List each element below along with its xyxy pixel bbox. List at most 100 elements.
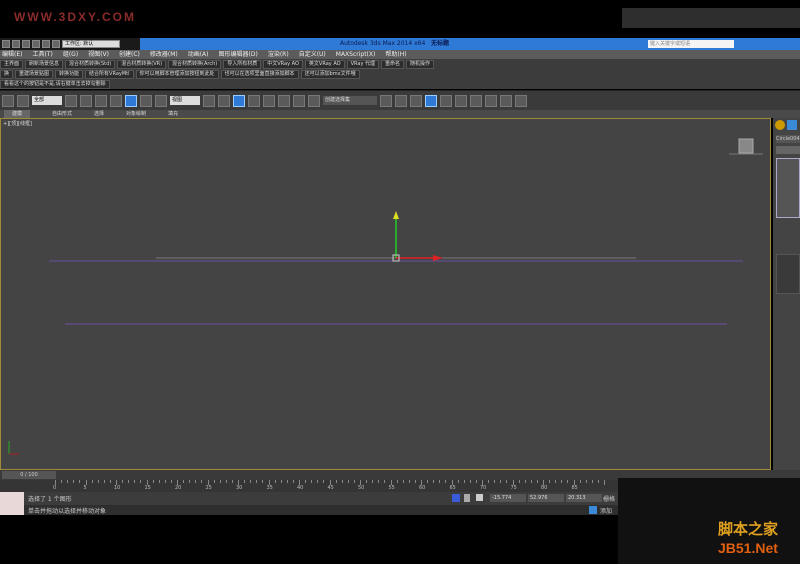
custom-script-button[interactable]: 也可以在选项里面直接添加脚本 bbox=[220, 70, 299, 79]
mirror-icon[interactable] bbox=[380, 94, 392, 107]
tick-mark bbox=[353, 480, 355, 483]
manipulate-icon[interactable] bbox=[218, 94, 230, 107]
selection-filter-dropdown[interactable]: 全部 bbox=[32, 96, 62, 105]
menu-item[interactable]: 动画(A) bbox=[188, 50, 209, 59]
curve-editor-icon[interactable] bbox=[440, 94, 452, 107]
custom-script-button[interactable]: 转换功能 bbox=[55, 70, 84, 79]
menu-item[interactable]: 编辑(E) bbox=[2, 50, 22, 59]
custom-script-button[interactable]: 混合材质转换(Arch) bbox=[168, 60, 222, 69]
rotate-icon[interactable] bbox=[140, 94, 152, 107]
y-coordinate-field[interactable]: 52.976 bbox=[528, 494, 564, 502]
modifier-list-dropdown[interactable] bbox=[776, 146, 800, 154]
render-frame-icon[interactable] bbox=[500, 94, 512, 107]
custom-script-button[interactable]: 混合材质转换(Std) bbox=[65, 60, 116, 69]
menu-item[interactable]: 创建(C) bbox=[119, 50, 140, 59]
custom-script-button[interactable]: 主界面 bbox=[0, 60, 24, 69]
custom-script-button[interactable]: 结合所有VRayMtl bbox=[85, 70, 134, 79]
viewport-top[interactable]: +][顶][线框] bbox=[0, 118, 771, 470]
custom-script-button[interactable]: 重命名 bbox=[381, 60, 405, 69]
save-icon[interactable] bbox=[32, 40, 40, 48]
layer-icon[interactable] bbox=[410, 94, 422, 107]
custom-script-button[interactable]: 中文VRay AO bbox=[263, 60, 303, 69]
menu-item[interactable]: 自定义(U) bbox=[299, 50, 326, 59]
custom-script-button[interactable]: 重建场景贴图 bbox=[15, 70, 54, 79]
object-name-field[interactable]: Circle004 bbox=[776, 135, 800, 143]
schematic-icon[interactable] bbox=[455, 94, 467, 107]
menu-item[interactable]: 组(G) bbox=[63, 50, 78, 59]
workspace-dropdown[interactable]: 工作区: 默认 bbox=[62, 40, 120, 48]
snap-icon[interactable] bbox=[248, 94, 260, 107]
custom-script-button[interactable]: 英文VRay AO bbox=[304, 60, 345, 69]
new-icon[interactable] bbox=[12, 40, 20, 48]
maxscript-listener[interactable] bbox=[0, 492, 24, 515]
named-selection-dropdown[interactable]: 创建选择集 bbox=[323, 96, 377, 105]
prompt-text: 单击并拖动以选择并移动对象 bbox=[28, 508, 107, 515]
x-coordinate-field[interactable]: -15.774 bbox=[490, 494, 526, 502]
menu-item[interactable]: 工具(T) bbox=[32, 50, 52, 59]
menu-item[interactable]: 视图(V) bbox=[88, 50, 109, 59]
scale-icon[interactable] bbox=[155, 94, 167, 107]
undo-icon[interactable] bbox=[42, 40, 50, 48]
keyboard-shortcut-icon[interactable] bbox=[233, 94, 245, 107]
tick-mark bbox=[195, 480, 197, 483]
coord-system-dropdown[interactable]: 视图 bbox=[170, 96, 200, 105]
redo-icon[interactable] bbox=[52, 40, 60, 48]
tick-mark bbox=[579, 480, 581, 483]
link-icon[interactable] bbox=[17, 94, 29, 107]
custom-script-button[interactable]: 混合材质转换(VR) bbox=[117, 60, 167, 69]
ribbon-tab[interactable]: 对象绘制 bbox=[126, 110, 146, 118]
angle-snap-icon[interactable] bbox=[263, 94, 275, 107]
rect-selection-icon[interactable] bbox=[95, 94, 107, 107]
modify-tab-icon[interactable] bbox=[787, 120, 797, 130]
selection-lock-icon[interactable] bbox=[452, 494, 460, 502]
material-editor-icon[interactable] bbox=[470, 94, 482, 107]
custom-script-button[interactable]: 你可以用脚本管理添加按钮到此处 bbox=[135, 70, 219, 79]
menu-item[interactable]: MAXScript(X) bbox=[336, 50, 376, 59]
selection-status: 选择了 1 个图形 bbox=[28, 496, 72, 503]
tick-mark bbox=[225, 480, 227, 483]
graphite-icon[interactable] bbox=[425, 94, 437, 107]
app-menu-icon[interactable] bbox=[2, 40, 10, 48]
time-slider[interactable]: 0 / 100 bbox=[2, 471, 56, 479]
app-title: Autodesk 3ds Max 2014 x64 bbox=[340, 40, 426, 47]
absolute-mode-icon[interactable] bbox=[476, 494, 483, 501]
z-coordinate-field[interactable]: 20.313 bbox=[566, 494, 602, 502]
lock-icon[interactable] bbox=[464, 494, 470, 502]
ribbon-tab[interactable]: 建模 bbox=[4, 110, 31, 118]
menu-item[interactable]: 图形编辑器(D) bbox=[219, 50, 258, 59]
custom-script-button[interactable]: 导入所有材质 bbox=[223, 60, 262, 69]
ribbon-tab[interactable]: 自由形式 bbox=[52, 110, 72, 118]
add-time-tag[interactable]: 添加 bbox=[600, 506, 612, 515]
align-icon[interactable] bbox=[395, 94, 407, 107]
open-icon[interactable] bbox=[22, 40, 30, 48]
custom-script-button[interactable]: 看看这个的按钮是不是,请右键单击去掉勾删除 bbox=[0, 80, 110, 89]
modifier-stack[interactable] bbox=[776, 158, 800, 218]
custom-script-button[interactable]: 随机操作 bbox=[406, 60, 435, 69]
undo-icon[interactable] bbox=[2, 94, 14, 107]
tick-mark bbox=[73, 480, 75, 483]
render-icon[interactable] bbox=[515, 94, 527, 107]
window-crossing-icon[interactable] bbox=[110, 94, 122, 107]
ribbon-tab[interactable]: 选择 bbox=[94, 110, 104, 118]
spinner-snap-icon[interactable] bbox=[293, 94, 305, 107]
custom-script-button[interactable]: 换 bbox=[0, 70, 14, 79]
custom-script-button[interactable]: 刷新场景信息 bbox=[25, 60, 64, 69]
search-input[interactable]: 键入关键字或短语 bbox=[648, 40, 734, 48]
move-icon[interactable] bbox=[125, 94, 137, 107]
menu-item[interactable]: 修改器(M) bbox=[150, 50, 178, 59]
menu-item[interactable]: 帮助(H) bbox=[385, 50, 406, 59]
ribbon-tab[interactable]: 填充 bbox=[168, 110, 178, 118]
select-by-name-icon[interactable] bbox=[80, 94, 92, 107]
time-tag-icon[interactable] bbox=[589, 506, 597, 514]
edit-named-sets-icon[interactable] bbox=[308, 94, 320, 107]
track-bar[interactable]: 0 5 10 15 20 25 30 35 40 45 50 55 60 65 70 75 80 85 bbox=[0, 480, 618, 492]
pivot-icon[interactable] bbox=[203, 94, 215, 107]
create-tab-icon[interactable] bbox=[775, 120, 785, 130]
custom-script-button[interactable]: VRay 代理 bbox=[346, 60, 379, 69]
custom-script-button[interactable]: 还可以添加bmx文件哦 bbox=[300, 70, 360, 79]
percent-snap-icon[interactable] bbox=[278, 94, 290, 107]
select-object-icon[interactable] bbox=[65, 94, 77, 107]
render-setup-icon[interactable] bbox=[485, 94, 497, 107]
menu-item[interactable]: 渲染(R) bbox=[268, 50, 289, 59]
tick-mark bbox=[164, 480, 166, 483]
